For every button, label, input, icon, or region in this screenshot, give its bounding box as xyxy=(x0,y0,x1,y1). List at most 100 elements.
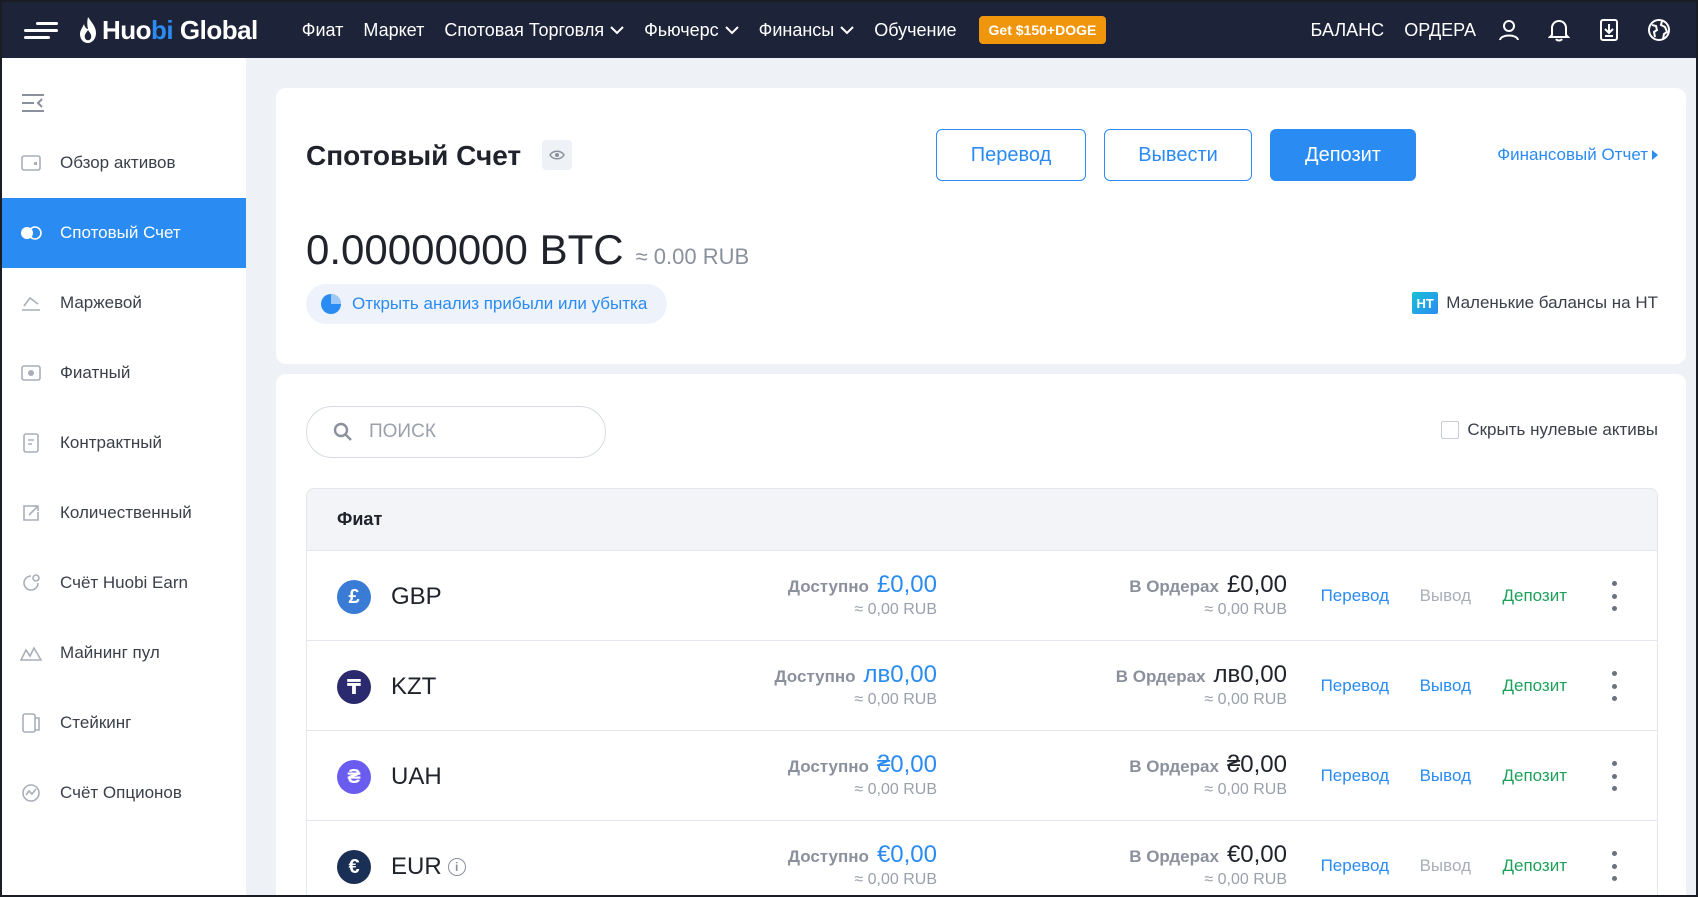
transfer-button[interactable]: Перевод xyxy=(936,129,1086,181)
assets-card: Скрыть нулевые активы Фиат £ GBP Доступн… xyxy=(276,374,1686,895)
fiat-icon xyxy=(20,362,42,384)
sidebar-item-options[interactable]: Счёт Опционов xyxy=(2,758,246,828)
sidebar-item-mining-pool[interactable]: Майнинг пул xyxy=(2,618,246,688)
sidebar-item-huobi-earn[interactable]: Счёт Huobi Earn xyxy=(2,548,246,618)
sidebar-item-spot-account[interactable]: Спотовый Счет xyxy=(2,198,246,268)
available-cell: Доступно ₴0,00 ≈ 0,00 RUB xyxy=(787,751,937,798)
nav-spot-trading[interactable]: Спотовая Торговля xyxy=(444,20,624,41)
row-deposit-link[interactable]: Депозит xyxy=(1502,586,1567,606)
currency-icon: € xyxy=(337,850,371,884)
info-icon[interactable]: i xyxy=(447,858,466,876)
eye-icon[interactable] xyxy=(542,140,572,170)
table-row: ₴ UAH Доступно ₴0,00 ≈ 0,00 RUB В Ордерах… xyxy=(307,731,1657,821)
flame-icon xyxy=(80,17,96,43)
small-balances-link[interactable]: HT Маленькие балансы на HT xyxy=(1412,292,1658,314)
collapse-sidebar-icon[interactable] xyxy=(20,92,46,114)
top-navbar: Huo bi Global Фиат Маркет Спотовая Торгов… xyxy=(2,2,1696,58)
chevron-down-icon xyxy=(724,26,739,35)
total-balance: 0.00000000 BTC ≈ 0.00 RUB xyxy=(306,226,749,274)
financial-report-link[interactable]: Финансовый Отчет xyxy=(1497,145,1658,165)
row-deposit-link[interactable]: Депозит xyxy=(1502,676,1567,696)
nav-orders-link[interactable]: ОРДЕРА xyxy=(1404,20,1476,41)
in-orders-cell: В Ордерах ₴0,00 ≈ 0,00 RUB xyxy=(1129,751,1287,798)
row-withdraw-link[interactable]: Вывод xyxy=(1420,676,1471,696)
in-orders-cell: В Ордерах £0,00 ≈ 0,00 RUB xyxy=(1129,571,1287,618)
row-withdraw-link[interactable]: Вывод xyxy=(1420,586,1471,606)
table-row: £ GBP Доступно £0,00 ≈ 0,00 RUB В Ордерах… xyxy=(307,551,1657,641)
sidebar-item-assets-overview[interactable]: Обзор активов xyxy=(2,128,246,198)
user-icon[interactable] xyxy=(1496,17,1522,43)
sidebar-item-margin[interactable]: Маржевой xyxy=(2,268,246,338)
row-deposit-link[interactable]: Депозит xyxy=(1502,766,1567,786)
row-withdraw-link[interactable]: Вывод xyxy=(1420,766,1471,786)
hide-zero-toggle[interactable]: Скрыть нулевые активы xyxy=(1441,420,1658,440)
balance-approx: ≈ 0.00 RUB xyxy=(635,244,750,269)
row-withdraw-link[interactable]: Вывод xyxy=(1420,856,1471,876)
row-transfer-link[interactable]: Перевод xyxy=(1321,676,1389,696)
table-row: € EUR i Доступно €0,00 ≈ 0,00 RUB В Ордера… xyxy=(307,821,1657,895)
available-cell: Доступно лв0,00 ≈ 0,00 RUB xyxy=(774,661,937,708)
menu-icon[interactable] xyxy=(24,19,58,41)
pnl-analysis-button[interactable]: Открыть анализ прибыли или убытка xyxy=(306,284,668,324)
currency-name: EUR i xyxy=(391,853,466,881)
nav-fiat[interactable]: Фиат xyxy=(302,20,344,41)
currency-name: GBP xyxy=(391,583,442,610)
page-title: Спотовый Счет xyxy=(306,140,522,171)
asset-rows: £ GBP Доступно £0,00 ≈ 0,00 RUB В Ордерах… xyxy=(307,551,1657,895)
sidebar-item-quant[interactable]: Количественный xyxy=(2,478,246,548)
assets-table: Фиат £ GBP Доступно £0,00 ≈ 0,00 RUB В Ор… xyxy=(306,488,1658,895)
download-icon[interactable] xyxy=(1596,17,1622,43)
more-vertical-icon[interactable] xyxy=(1611,851,1617,881)
more-vertical-icon[interactable] xyxy=(1611,581,1617,611)
sidebar-item-contract[interactable]: Контрактный xyxy=(2,408,246,478)
earn-icon xyxy=(20,572,42,594)
hide-zero-checkbox[interactable] xyxy=(1441,421,1460,439)
quant-icon xyxy=(20,502,42,524)
chevron-down-icon xyxy=(610,26,624,35)
currency-name: UAH xyxy=(391,763,442,790)
huobi-logo[interactable]: Huo bi Global xyxy=(78,15,258,46)
balance-amount: 0.00000000 BTC xyxy=(306,226,624,273)
more-vertical-icon[interactable] xyxy=(1611,761,1617,791)
currency-icon: ₸ xyxy=(337,670,371,704)
mining-icon xyxy=(20,642,42,664)
search-icon xyxy=(333,422,352,441)
nav-right: БАЛАНС ОРДЕРА xyxy=(1311,2,1696,58)
deposit-button[interactable]: Депозит xyxy=(1270,129,1416,181)
table-row: ₸ KZT Доступно лв0,00 ≈ 0,00 RUB В Ордера… xyxy=(307,641,1657,731)
available-cell: Доступно €0,00 ≈ 0,00 RUB xyxy=(787,841,937,888)
account-summary-card: Спотовый Счет Перевод Вывести Депозит Фи… xyxy=(276,88,1686,364)
sidebar-item-staking[interactable]: Стейкинг xyxy=(2,688,246,758)
nav-futures[interactable]: Фьючерс xyxy=(644,20,739,41)
ht-token-icon: HT xyxy=(1412,292,1439,314)
caret-right-icon xyxy=(1652,150,1658,160)
row-transfer-link[interactable]: Перевод xyxy=(1321,586,1389,606)
app-window: Huo bi Global Фиат Маркет Спотовая Торгов… xyxy=(2,2,1696,895)
withdraw-button[interactable]: Вывести xyxy=(1104,129,1252,181)
available-cell: Доступно £0,00 ≈ 0,00 RUB xyxy=(787,571,937,618)
row-deposit-link[interactable]: Депозит xyxy=(1502,856,1567,876)
sidebar-item-fiat[interactable]: Фиатный xyxy=(2,338,246,408)
promo-button[interactable]: Get $150+DOGE xyxy=(978,16,1107,44)
chevron-down-icon xyxy=(840,26,854,35)
nav-finance[interactable]: Финансы xyxy=(759,20,855,41)
margin-icon xyxy=(20,292,42,314)
nav-market[interactable]: Маркет xyxy=(363,20,424,41)
pie-chart-icon xyxy=(321,294,341,314)
globe-icon[interactable] xyxy=(1646,17,1672,43)
nav-balance-link[interactable]: БАЛАНС xyxy=(1311,20,1385,41)
spot-icon xyxy=(20,222,42,244)
section-header: Фиат xyxy=(307,489,1657,551)
search-input[interactable] xyxy=(369,421,569,443)
search-box[interactable] xyxy=(306,406,606,458)
in-orders-cell: В Ордерах лв0,00 ≈ 0,00 RUB xyxy=(1115,661,1287,708)
in-orders-cell: В Ордерах €0,00 ≈ 0,00 RUB xyxy=(1129,841,1287,888)
row-transfer-link[interactable]: Перевод xyxy=(1321,856,1389,876)
currency-icon: ₴ xyxy=(337,760,371,794)
nav-learn[interactable]: Обучение xyxy=(874,20,956,41)
currency-icon: £ xyxy=(337,580,371,614)
bell-icon[interactable] xyxy=(1546,17,1572,43)
more-vertical-icon[interactable] xyxy=(1611,671,1617,701)
row-transfer-link[interactable]: Перевод xyxy=(1321,766,1389,786)
sidebar: Обзор активов Спотовый Счет Маржевой Фиа… xyxy=(2,58,246,895)
